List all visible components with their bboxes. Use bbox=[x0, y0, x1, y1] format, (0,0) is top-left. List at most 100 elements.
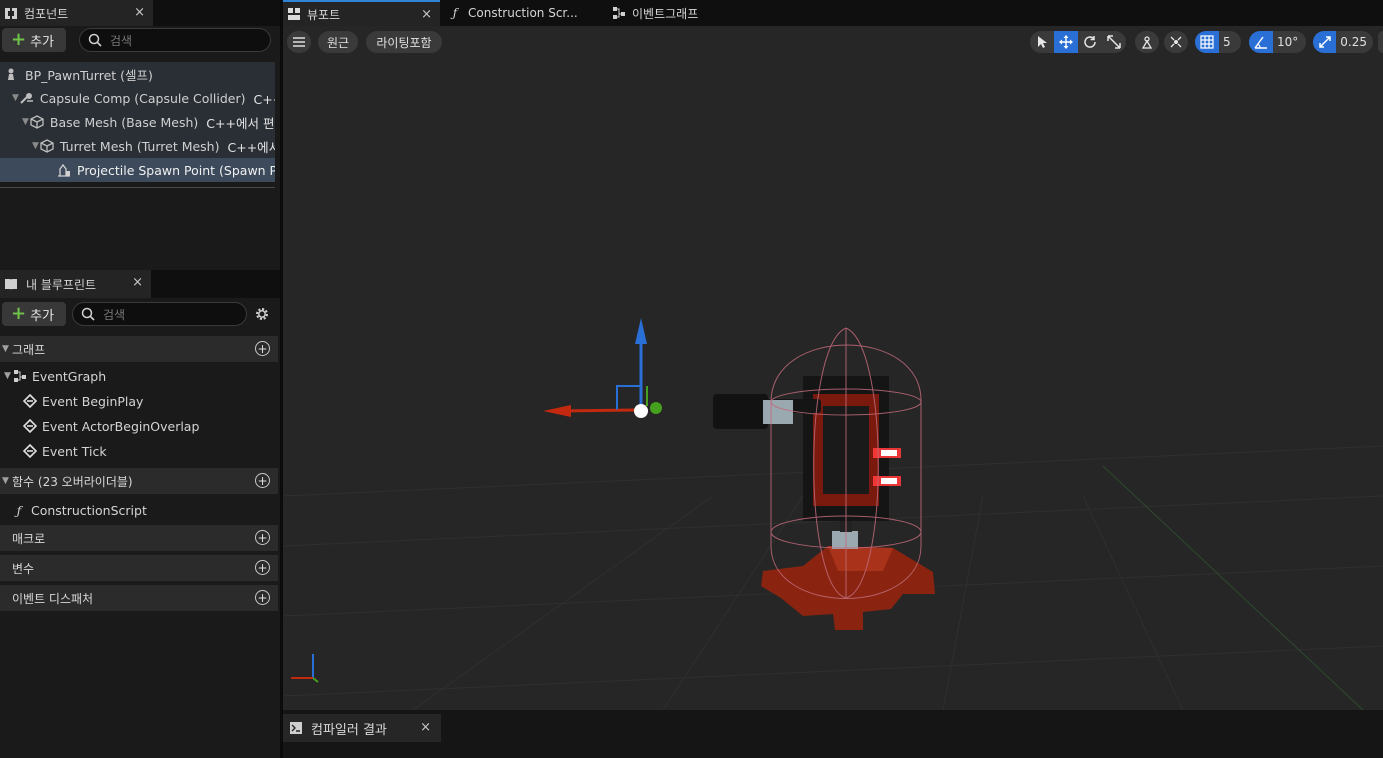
tree-item-capsule[interactable]: ▼ Capsule Comp (Capsule Collider) C++에서 … bbox=[0, 86, 275, 110]
camera-speed-button[interactable] bbox=[1378, 31, 1383, 53]
scale-mode-button[interactable] bbox=[1102, 31, 1126, 53]
event-label: Event Tick bbox=[42, 443, 107, 459]
angle-snap-icon[interactable] bbox=[1249, 31, 1273, 53]
tab-event-graph-label: 이벤트그래프 bbox=[632, 6, 699, 21]
tree-item-label: Turret Mesh (Turret Mesh) bbox=[59, 138, 220, 154]
scale-snap-group[interactable]: 0.25 bbox=[1313, 31, 1373, 53]
section-functions[interactable]: ▼ 함수 (23 오버라이더블) + bbox=[0, 468, 278, 494]
components-icon bbox=[4, 6, 18, 20]
search-icon bbox=[88, 33, 102, 47]
viewport-menu-button[interactable] bbox=[287, 31, 311, 53]
cpp-editable-badge: C++에서 편집 가능 bbox=[253, 91, 275, 107]
tree-divider bbox=[0, 187, 275, 188]
function-icon: ƒ bbox=[16, 502, 22, 518]
lighting-mode-button[interactable]: 라이팅포함 bbox=[366, 31, 442, 53]
bottom-panel: 컴파일러 결과 × bbox=[283, 710, 1383, 758]
left-column: 컴포넌트 × + 추가 검색 BP_PawnTurret (셀프) ▼ Caps… bbox=[0, 0, 280, 758]
tab-compiler-results[interactable]: 컴파일러 결과 × bbox=[283, 714, 441, 742]
translate-mode-button[interactable] bbox=[1054, 31, 1078, 53]
tab-my-blueprint-label: 내 블루프린트 bbox=[26, 277, 97, 292]
add-function-button[interactable]: + bbox=[255, 473, 270, 488]
tab-construction-script[interactable]: ƒ Construction Scr... bbox=[444, 0, 604, 26]
select-mode-button[interactable] bbox=[1030, 31, 1054, 53]
event-node-icon bbox=[23, 444, 37, 458]
cpp-editable-badge: C++에서 편집 가능 bbox=[227, 139, 276, 155]
gear-icon[interactable] bbox=[254, 306, 270, 325]
view-mode-button[interactable]: 원근 bbox=[318, 31, 358, 53]
capsule-collider-icon bbox=[19, 91, 35, 105]
list-item-event-beginplay[interactable]: Event BeginPlay bbox=[0, 389, 278, 413]
close-icon[interactable]: × bbox=[420, 720, 431, 735]
tab-event-graph[interactable]: 이벤트그래프 bbox=[608, 0, 768, 26]
blueprint-search-input[interactable]: 검색 bbox=[72, 302, 247, 326]
scale-snap-value[interactable]: 0.25 bbox=[1336, 35, 1373, 49]
tree-item-turret-mesh[interactable]: ▼ Turret Mesh (Turret Mesh) C++에서 편집 가능 bbox=[0, 134, 275, 158]
event-node-icon bbox=[23, 419, 37, 433]
surface-snap-icon bbox=[1164, 31, 1188, 53]
list-item-event-tick[interactable]: Event Tick bbox=[0, 439, 278, 463]
components-tabbar: 컴포넌트 × bbox=[0, 0, 280, 26]
list-item-event-actorbeginoverlap[interactable]: Event ActorBeginOverlap bbox=[0, 414, 278, 438]
add-dispatcher-button[interactable]: + bbox=[255, 590, 270, 605]
section-variables[interactable]: 변수 + bbox=[0, 555, 278, 581]
tree-item-base-mesh[interactable]: ▼ Base Mesh (Base Mesh) C++에서 편집 가능 bbox=[0, 110, 275, 134]
function-label: ConstructionScript bbox=[31, 502, 147, 518]
add-blueprint-item-button[interactable]: + 추가 bbox=[2, 302, 66, 326]
list-item-construction-script[interactable]: ƒ ConstructionScript bbox=[0, 498, 278, 522]
components-search-input[interactable]: 검색 bbox=[79, 28, 271, 52]
close-icon[interactable]: × bbox=[134, 5, 145, 20]
event-graph-icon bbox=[13, 369, 27, 383]
rotation-snap-group[interactable]: 10° bbox=[1249, 31, 1306, 53]
hamburger-menu-icon bbox=[293, 37, 305, 47]
add-variable-button[interactable]: + bbox=[255, 560, 270, 575]
tab-viewport[interactable]: 뷰포트 × bbox=[283, 0, 440, 26]
close-icon[interactable]: × bbox=[421, 7, 432, 22]
section-functions-label: 함수 (23 오버라이더블) bbox=[12, 474, 133, 489]
viewport[interactable]: 원근 라이팅포함 5 10° 0.25 bbox=[283, 26, 1383, 710]
transform-gizmo[interactable] bbox=[543, 318, 662, 418]
static-mesh-icon bbox=[39, 139, 55, 153]
plus-icon: + bbox=[11, 303, 27, 324]
grid-snap-icon[interactable] bbox=[1195, 31, 1219, 53]
move-arrows-icon bbox=[1059, 35, 1073, 49]
cursor-icon bbox=[1038, 36, 1047, 48]
section-dispatchers-label: 이벤트 디스패처 bbox=[12, 591, 94, 606]
pawn-icon bbox=[2, 67, 20, 81]
surface-snap-button[interactable] bbox=[1164, 31, 1188, 53]
tree-item-label: Capsule Comp (Capsule Collider) bbox=[39, 90, 246, 106]
cpp-editable-badge: C++에서 편집 가능 bbox=[206, 115, 275, 131]
scale-snap-icon[interactable] bbox=[1313, 31, 1337, 53]
static-mesh-icon bbox=[29, 115, 45, 129]
chevron-down-icon: ▼ bbox=[22, 117, 29, 127]
components-toolbar: + 추가 검색 bbox=[0, 26, 280, 56]
grid-snap-value[interactable]: 5 bbox=[1219, 35, 1237, 49]
rotation-snap-value[interactable]: 10° bbox=[1273, 35, 1304, 49]
rotate-mode-button[interactable] bbox=[1078, 31, 1102, 53]
viewport-scene[interactable] bbox=[283, 26, 1383, 710]
blueprint-search-placeholder: 검색 bbox=[103, 307, 126, 322]
coordinate-space-button[interactable] bbox=[1135, 31, 1159, 53]
editor-tabbar: 뷰포트 × ƒ Construction Scr... 이벤트그래프 bbox=[283, 0, 1383, 26]
tab-components[interactable]: 컴포넌트 × bbox=[0, 0, 153, 26]
list-item-event-graph[interactable]: ▼ EventGraph bbox=[0, 364, 278, 388]
event-label: Event BeginPlay bbox=[42, 393, 144, 409]
tree-item-root[interactable]: BP_PawnTurret (셀프) bbox=[0, 62, 275, 86]
plus-icon: + bbox=[11, 29, 27, 50]
section-macros[interactable]: 매크로 + bbox=[0, 525, 278, 551]
section-graphs[interactable]: ▼ 그래프 + bbox=[0, 336, 278, 362]
tab-construction-script-label: Construction Scr... bbox=[468, 6, 578, 20]
scene-component-icon bbox=[56, 163, 72, 177]
add-component-button[interactable]: + 추가 bbox=[2, 28, 66, 52]
tree-item-label: BP_PawnTurret (셀프) bbox=[25, 67, 153, 83]
section-event-dispatchers[interactable]: 이벤트 디스패처 + bbox=[0, 585, 278, 611]
add-graph-button[interactable]: + bbox=[255, 341, 270, 356]
close-icon[interactable]: × bbox=[132, 275, 143, 290]
add-macro-button[interactable]: + bbox=[255, 530, 270, 545]
blueprint-toolbar: + 추가 검색 bbox=[0, 300, 280, 330]
grid-snap-group[interactable]: 5 bbox=[1195, 31, 1241, 53]
tab-my-blueprint[interactable]: 내 블루프린트 × bbox=[0, 270, 151, 298]
blueprint-tabbar: 내 블루프린트 × bbox=[0, 270, 280, 298]
chevron-down-icon: ▼ bbox=[4, 371, 11, 381]
component-tree: BP_PawnTurret (셀프) ▼ Capsule Comp (Capsu… bbox=[0, 62, 275, 188]
tree-item-spawn-point[interactable]: Projectile Spawn Point (Spawn Point) bbox=[0, 158, 275, 182]
